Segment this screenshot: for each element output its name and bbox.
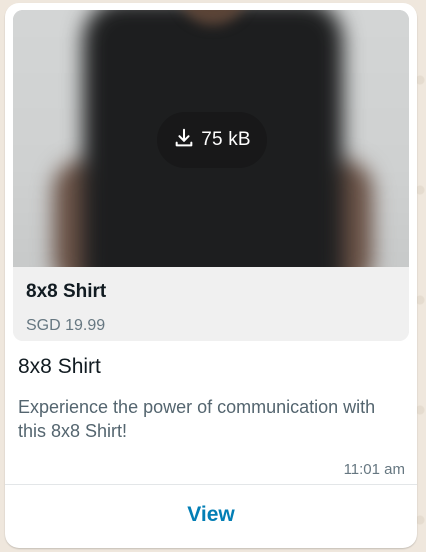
view-button[interactable]: View	[5, 485, 417, 545]
message-title: 8x8 Shirt	[18, 355, 101, 378]
product-price: SGD 19.99	[26, 317, 106, 334]
message-description: Experience the power of communication wi…	[18, 397, 376, 441]
product-name: 8x8 Shirt	[26, 281, 107, 302]
product-image-blurred[interactable]: 75 kB	[13, 10, 409, 267]
product-message-bubble: 75 kB 8x8 Shirt SGD 19.99 8x8 Shirt Expe…	[5, 3, 417, 548]
download-image-button[interactable]: 75 kB	[157, 112, 267, 168]
download-icon	[173, 127, 195, 154]
product-info: 8x8 Shirt SGD 19.99	[13, 267, 409, 341]
download-size-label: 75 kB	[201, 129, 251, 150]
message-timestamp: 11:01 am	[343, 461, 405, 478]
product-card[interactable]: 75 kB 8x8 Shirt SGD 19.99	[13, 10, 409, 341]
